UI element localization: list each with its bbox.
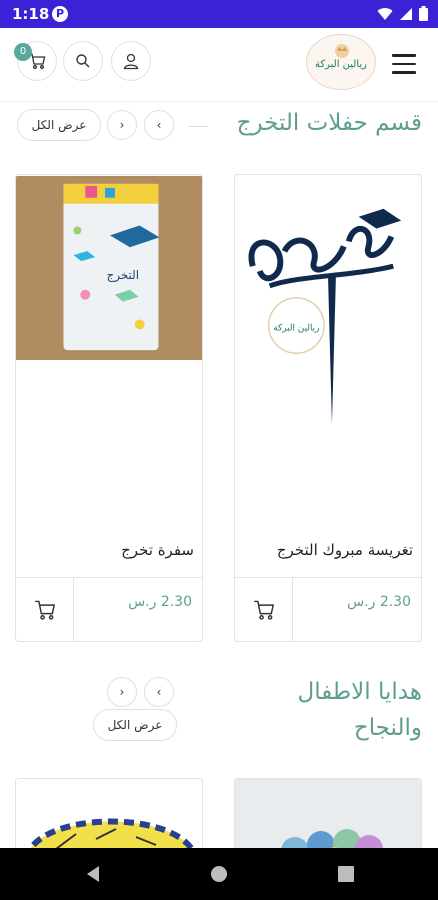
status-time: 1:18 xyxy=(12,5,50,23)
section1-next-button[interactable]: › xyxy=(107,110,137,140)
recents-icon[interactable] xyxy=(337,864,355,884)
add-to-cart-button[interactable] xyxy=(16,578,74,641)
product-card[interactable] xyxy=(234,778,422,858)
back-icon[interactable] xyxy=(84,864,102,884)
add-to-cart-button[interactable] xyxy=(235,578,293,641)
chevron-right-icon: › xyxy=(119,685,125,699)
section1-view-all-button[interactable]: عرض الكل xyxy=(17,109,101,141)
logo-text: ريالين البركة xyxy=(315,59,367,70)
svg-text:التخرج: التخرج xyxy=(107,268,139,283)
product-image-cake-topper: ريالين البركة xyxy=(235,177,421,573)
product-card[interactable]: ريالين البركة تغريسة مبروك التخرج 2.30 ر… xyxy=(234,174,422,642)
product-card[interactable]: التخرج سفرة تخرج 2.30 ر.س xyxy=(15,174,203,642)
section-title-graduation: قسم حفلات التخرج xyxy=(236,110,422,136)
battery-icon xyxy=(419,6,428,21)
search-icon xyxy=(76,54,90,68)
section-title-line1: هدايا الاطفال xyxy=(297,679,422,705)
product-image-balls xyxy=(235,779,421,857)
chevron-left-icon: ‹ xyxy=(156,118,162,132)
signal-icon xyxy=(400,7,412,20)
section-title-line2: والنجاح xyxy=(353,715,422,741)
app-notification-icon: P xyxy=(52,6,68,22)
section1-prev-button[interactable]: ‹ xyxy=(144,110,174,140)
chevron-left-icon: ‹ xyxy=(156,685,162,699)
menu-icon[interactable] xyxy=(392,54,416,74)
product-footer: 2.30 ر.س xyxy=(235,577,421,641)
product-image-yellow-item xyxy=(16,779,202,857)
product-name[interactable]: تغريسة مبروك التخرج xyxy=(277,541,413,559)
brand-logo[interactable]: ريالين البركة xyxy=(306,34,376,90)
status-icons xyxy=(377,6,428,21)
section-title-kids-gifts: هدايا الاطفال والنجاح xyxy=(298,674,422,746)
app-header: ريالين البركة 0 xyxy=(0,28,438,102)
search-button[interactable] xyxy=(63,41,103,81)
product-name[interactable]: سفرة تخرج xyxy=(121,541,194,559)
cart-count-badge: 0 xyxy=(14,43,32,61)
product-footer: 2.30 ر.س xyxy=(16,577,202,641)
product-price: 2.30 ر.س xyxy=(347,594,411,610)
home-icon[interactable] xyxy=(210,864,228,884)
svg-text:ريالين البركة: ريالين البركة xyxy=(273,323,319,333)
section2-view-all-button[interactable]: عرض الكل xyxy=(93,709,177,741)
status-bar: 1:18 P xyxy=(0,0,438,28)
account-button[interactable] xyxy=(111,41,151,81)
title-divider xyxy=(188,126,208,127)
section2-next-button[interactable]: › xyxy=(107,677,137,707)
cart-icon xyxy=(253,600,274,620)
product-image-tablecloth: التخرج xyxy=(16,175,202,361)
system-nav-bar xyxy=(0,848,438,900)
cart-icon xyxy=(34,600,55,620)
chevron-right-icon: › xyxy=(119,118,125,132)
product-card[interactable] xyxy=(15,778,203,858)
wifi-icon xyxy=(377,7,393,20)
user-icon xyxy=(123,53,139,70)
section2-prev-button[interactable]: ‹ xyxy=(144,677,174,707)
product-price: 2.30 ر.س xyxy=(128,594,192,610)
